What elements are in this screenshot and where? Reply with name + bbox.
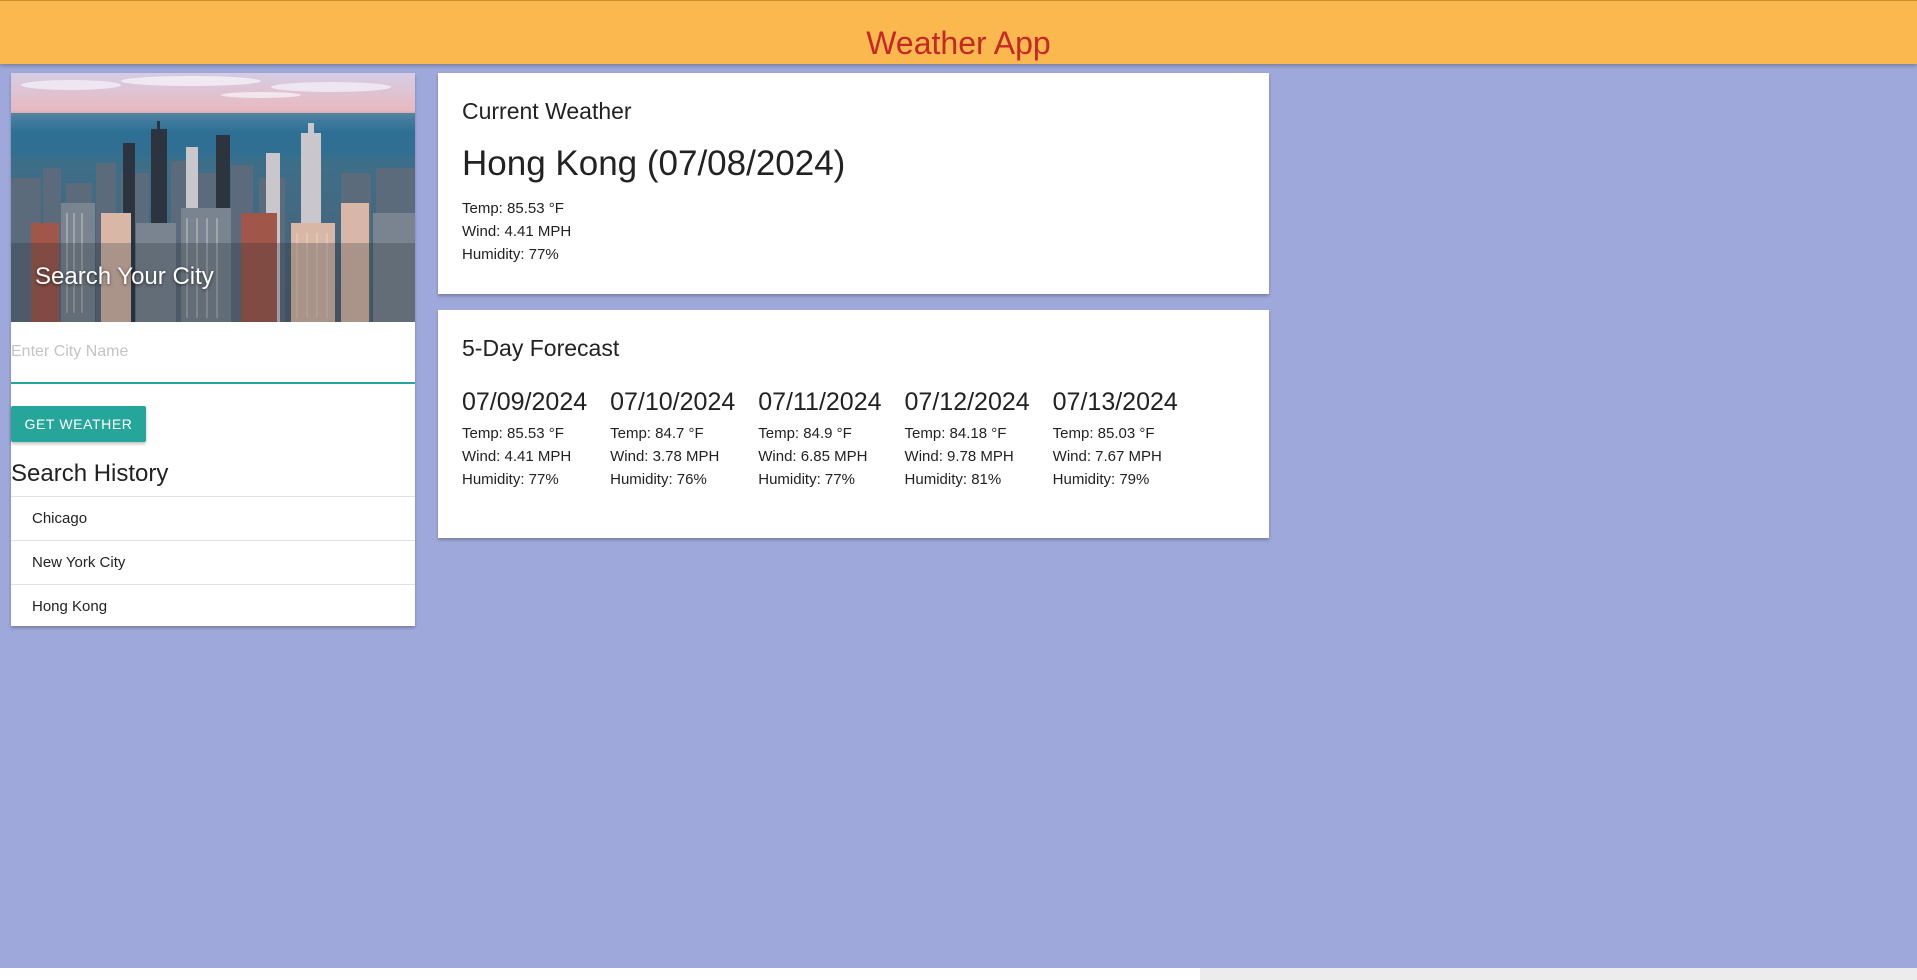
- forecast-date: 07/11/2024: [758, 388, 882, 416]
- current-stats: Temp: 85.53 °F Wind: 4.41 MPH Humidity: …: [462, 197, 1245, 266]
- current-temp: Temp: 85.53 °F: [462, 200, 564, 217]
- bottom-edge-gray: [1200, 968, 1917, 980]
- forecast-card: 5-Day Forecast 07/09/2024 Temp: 85.53 °F…: [438, 310, 1269, 538]
- current-weather-title: Current Weather: [462, 98, 632, 124]
- page-background: Weather App Search Your City Enter City …: [0, 0, 1917, 968]
- forecast-temp: Temp: 84.18 °F: [904, 425, 1007, 442]
- app-header: Weather App: [0, 0, 1917, 64]
- forecast-wind: Wind: 3.78 MPH: [610, 448, 720, 465]
- forecast-temp: Temp: 85.53 °F: [462, 425, 564, 442]
- city-search-input[interactable]: [11, 322, 415, 384]
- app-title: Weather App: [866, 25, 1051, 61]
- forecast-temp: Temp: 84.7 °F: [610, 425, 704, 442]
- forecast-date: 07/09/2024: [462, 388, 588, 416]
- forecast-day: 07/12/2024 Temp: 84.18 °F Wind: 9.78 MPH…: [905, 386, 1030, 491]
- forecast-day: 07/13/2024 Temp: 85.03 °F Wind: 7.67 MPH…: [1053, 386, 1178, 491]
- search-card-title: Search Your City: [35, 263, 214, 290]
- forecast-day: 07/10/2024 Temp: 84.7 °F Wind: 3.78 MPH …: [610, 386, 735, 491]
- forecast-temp: Temp: 84.9 °F: [758, 425, 852, 442]
- forecast-title: 5-Day Forecast: [462, 335, 620, 361]
- current-weather-card: Current Weather Hong Kong (07/08/2024) T…: [438, 73, 1269, 294]
- forecast-wind: Wind: 7.67 MPH: [1052, 448, 1162, 465]
- forecast-date: 07/13/2024: [1052, 388, 1178, 416]
- bottom-edge: [0, 968, 1917, 980]
- current-city-heading: Hong Kong (07/08/2024): [462, 144, 846, 183]
- forecast-humidity: Humidity: 77%: [462, 471, 559, 488]
- forecast-date: 07/12/2024: [904, 388, 1030, 416]
- forecast-humidity: Humidity: 79%: [1052, 471, 1150, 488]
- search-history-heading: Search History: [11, 460, 415, 497]
- history-item-chicago[interactable]: Chicago: [11, 497, 415, 541]
- history-item-hong-kong[interactable]: Hong Kong: [11, 585, 415, 629]
- forecast-humidity: Humidity: 81%: [904, 471, 1002, 488]
- forecast-humidity: Humidity: 76%: [610, 471, 707, 488]
- current-wind: Wind: 4.41 MPH: [462, 223, 572, 240]
- history-item-new-york-city[interactable]: New York City: [11, 541, 415, 585]
- current-humidity: Humidity: 77%: [462, 246, 559, 263]
- forecast-date: 07/10/2024: [610, 388, 736, 416]
- forecast-day: 07/11/2024 Temp: 84.9 °F Wind: 6.85 MPH …: [758, 386, 881, 491]
- city-skyline-image: Search Your City: [11, 73, 415, 322]
- forecast-wind: Wind: 9.78 MPH: [904, 448, 1014, 465]
- forecast-temp: Temp: 85.03 °F: [1052, 425, 1155, 442]
- get-weather-button[interactable]: GET WEATHER: [11, 406, 146, 442]
- forecast-wind: Wind: 4.41 MPH: [462, 448, 572, 465]
- forecast-wind: Wind: 6.85 MPH: [758, 448, 868, 465]
- forecast-humidity: Humidity: 77%: [758, 471, 855, 488]
- search-history-list: Chicago New York City Hong Kong: [11, 497, 415, 629]
- search-panel: Search Your City GET WEATHER Search Hist…: [11, 73, 415, 626]
- forecast-days: 07/09/2024 Temp: 85.53 °F Wind: 4.41 MPH…: [462, 386, 1245, 491]
- forecast-day: 07/09/2024 Temp: 85.53 °F Wind: 4.41 MPH…: [462, 386, 587, 491]
